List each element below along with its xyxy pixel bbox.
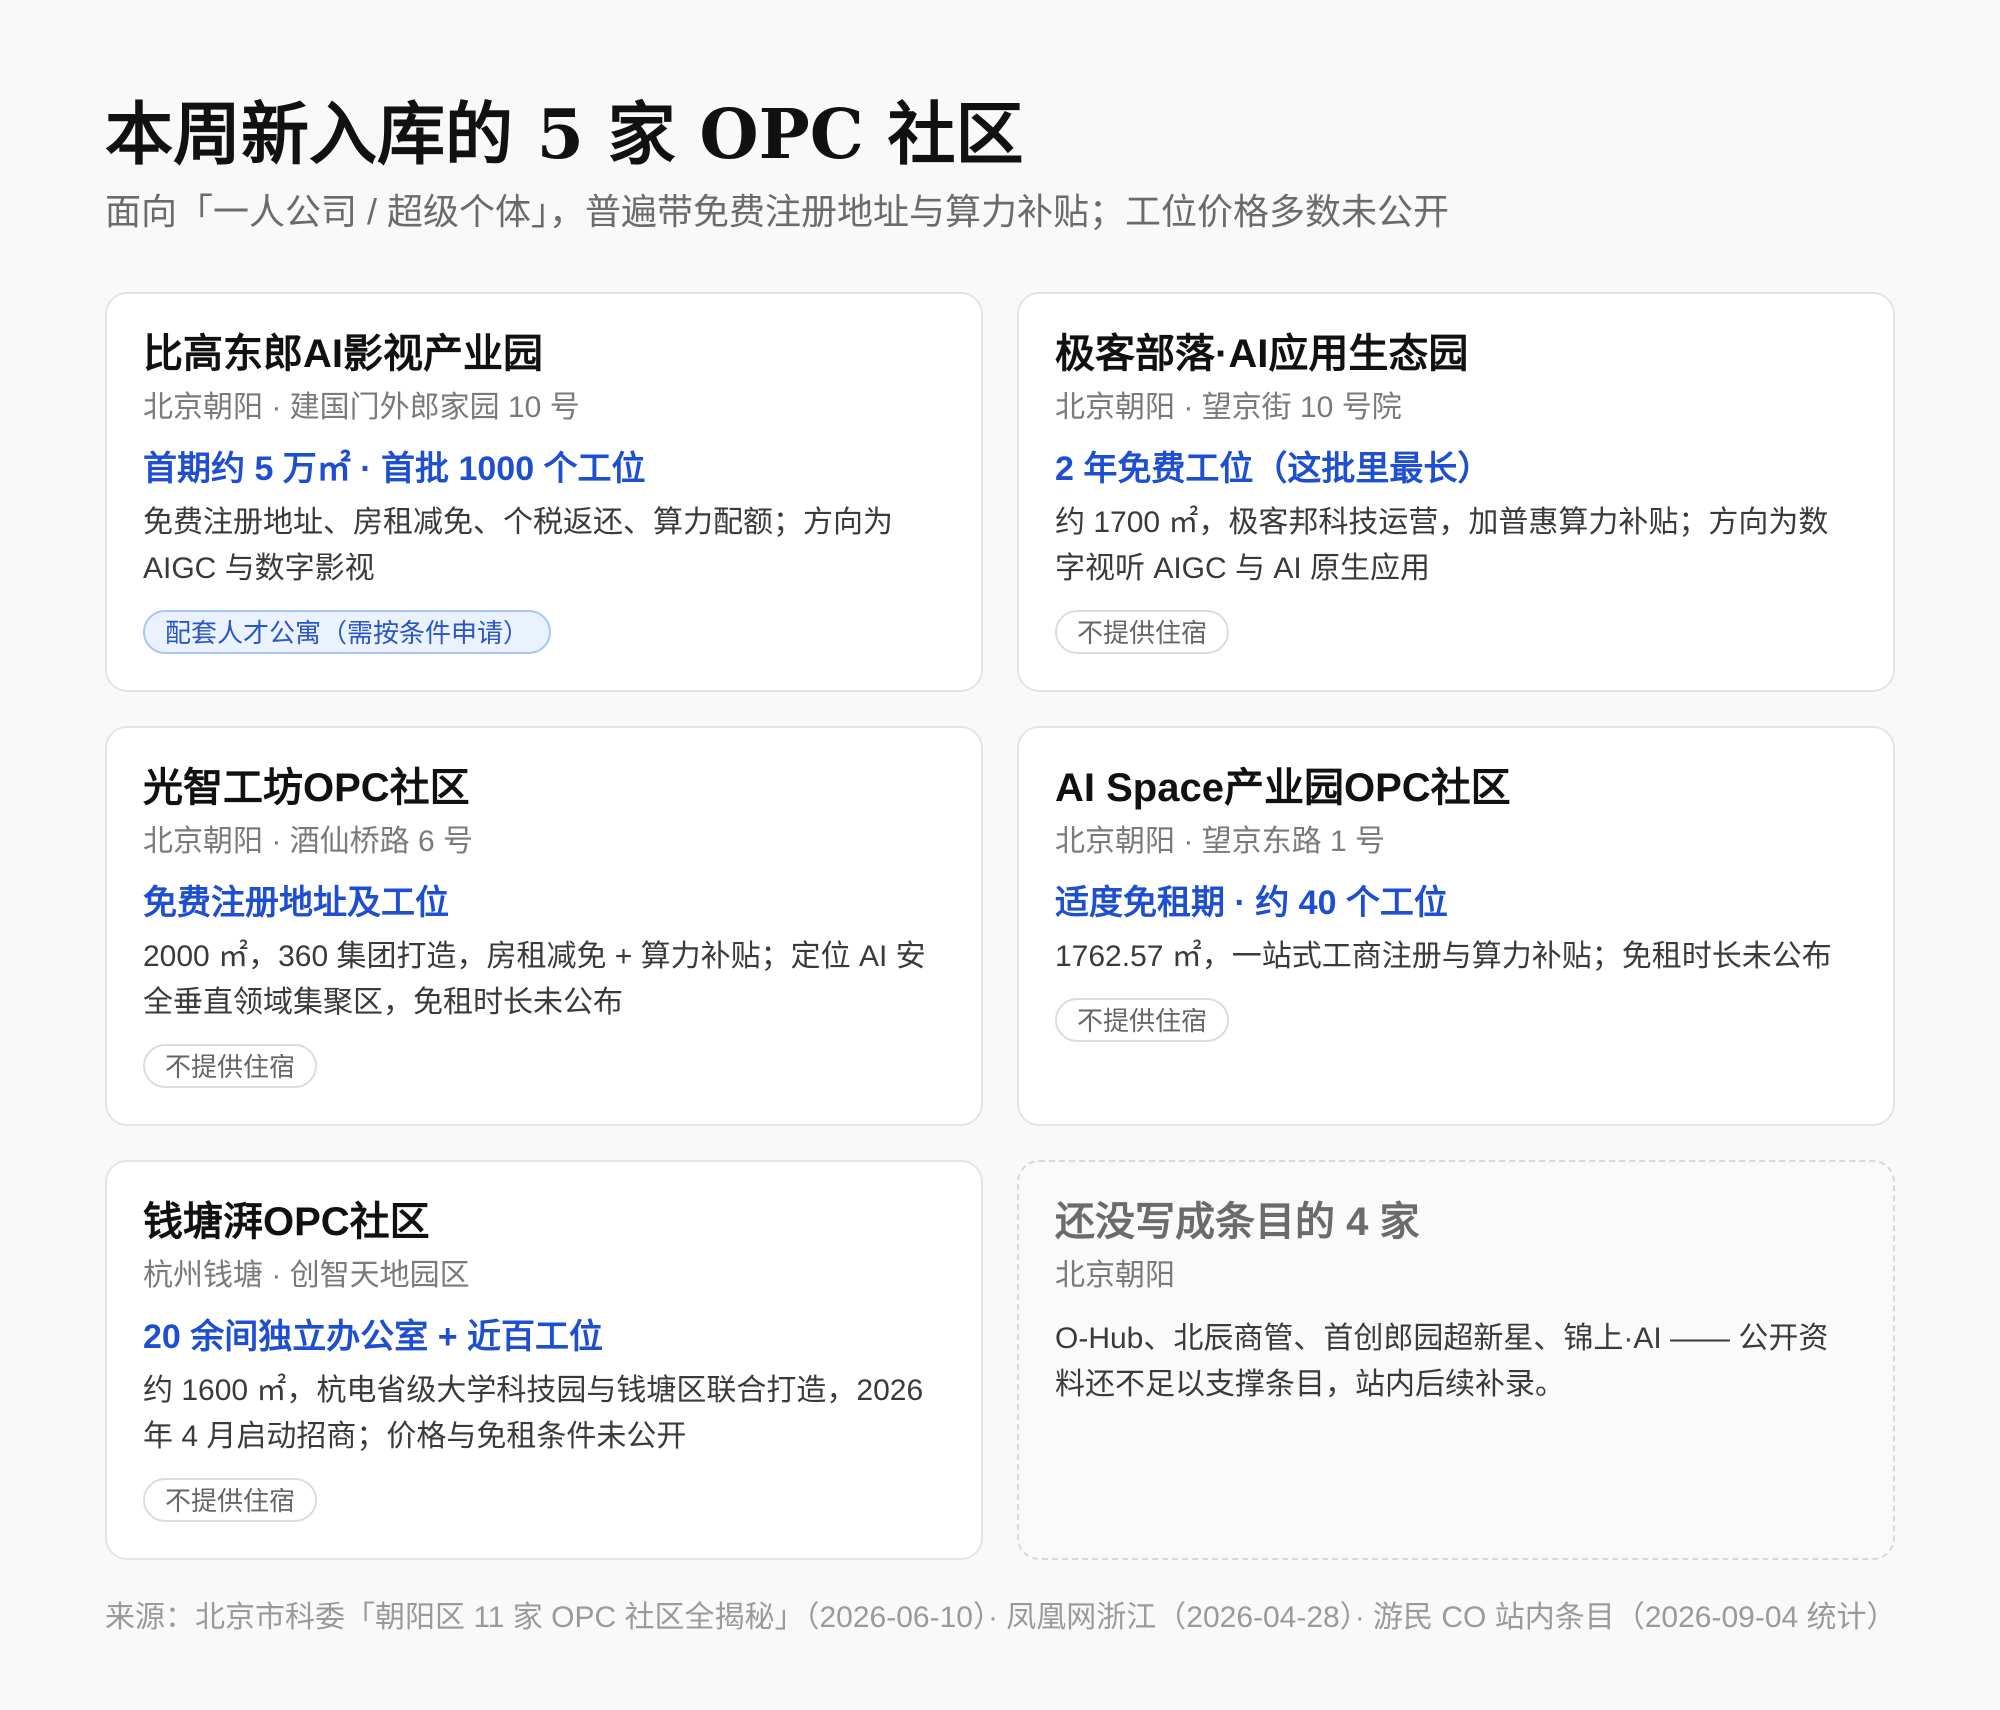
card-highlight: 免费注册地址及工位 (143, 884, 449, 922)
card-highlight: 首期约 5 万㎡ · 首批 1000 个工位 (143, 450, 646, 488)
community-card[interactable]: AI Space产业园OPC社区 北京朝阳 · 望京东路 1 号 适度免租期 ·… (1017, 726, 1895, 1126)
community-card[interactable]: 钱塘湃OPC社区 杭州钱塘 · 创智天地园区 20 余间独立办公室 + 近百工位… (105, 1160, 983, 1560)
card-title: 比高东郎AI影视产业园 (143, 332, 543, 376)
pending-title: 还没写成条目的 4 家 (1055, 1200, 1420, 1244)
card-location: 北京朝阳 · 酒仙桥路 6 号 (143, 825, 474, 858)
pending-description: O-Hub、北辰商管、首创郎园超新星、锦上·AI —— 公开资料还不足以支撑条目… (1055, 1322, 1829, 1401)
card-location: 杭州钱塘 · 创智天地园区 (143, 1259, 470, 1292)
community-card[interactable]: 比高东郎AI影视产业园 北京朝阳 · 建国门外郎家园 10 号 首期约 5 万㎡… (105, 292, 983, 692)
page-title: 本周新入库的 5 家 OPC 社区 (105, 95, 1024, 175)
housing-tag: 不提供住宿 (143, 1044, 318, 1088)
pending-location: 北京朝阳 (1055, 1259, 1175, 1292)
community-card[interactable]: 光智工坊OPC社区 北京朝阳 · 酒仙桥路 6 号 免费注册地址及工位 2000… (105, 726, 983, 1126)
card-title: 钱塘湃OPC社区 (143, 1200, 430, 1244)
card-highlight: 适度免租期 · 约 40 个工位 (1055, 884, 1448, 922)
housing-tag: 不提供住宿 (1055, 610, 1230, 654)
community-grid: 比高东郎AI影视产业园 北京朝阳 · 建国门外郎家园 10 号 首期约 5 万㎡… (105, 292, 1895, 1560)
card-highlight: 20 余间独立办公室 + 近百工位 (143, 1318, 604, 1356)
page-subtitle: 面向「一人公司 / 超级个体」，普遍带免费注册地址与算力补贴；工位价格多数未公开 (105, 191, 1450, 232)
card-description: 2000 ㎡，360 集团打造，房租减免 + 算力补贴；定位 AI 安全垂直领域… (143, 940, 926, 1019)
pending-card: 还没写成条目的 4 家 北京朝阳 O-Hub、北辰商管、首创郎园超新星、锦上·A… (1017, 1160, 1895, 1560)
card-description: 免费注册地址、房租减免、个税返还、算力配额；方向为 AIGC 与数字影视 (143, 506, 893, 585)
card-highlight: 2 年免费工位（这批里最长） (1055, 450, 1492, 488)
housing-tag: 不提供住宿 (143, 1478, 318, 1522)
card-location: 北京朝阳 · 望京东路 1 号 (1055, 825, 1386, 858)
housing-tag: 配套人才公寓（需按条件申请） (143, 610, 552, 654)
card-title: 极客部落·AI应用生态园 (1055, 332, 1469, 376)
source-note: 来源：北京市科委「朝阳区 11 家 OPC 社区全揭秘」（2026-06-10）… (105, 1601, 1897, 1634)
card-description: 1762.57 ㎡，一站式工商注册与算力补贴；免租时长未公布 (1055, 940, 1832, 973)
card-description: 约 1600 ㎡，杭电省级大学科技园与钱塘区联合打造，2026 年 4 月启动招… (143, 1374, 924, 1453)
card-title: AI Space产业园OPC社区 (1055, 766, 1511, 810)
card-location: 北京朝阳 · 望京街 10 号院 (1055, 391, 1402, 424)
community-card[interactable]: 极客部落·AI应用生态园 北京朝阳 · 望京街 10 号院 2 年免费工位（这批… (1017, 292, 1895, 692)
card-location: 北京朝阳 · 建国门外郎家园 10 号 (143, 391, 580, 424)
card-description: 约 1700 ㎡，极客邦科技运营，加普惠算力补贴；方向为数字视听 AIGC 与 … (1055, 506, 1829, 585)
housing-tag: 不提供住宿 (1055, 998, 1230, 1042)
card-title: 光智工坊OPC社区 (143, 766, 470, 810)
